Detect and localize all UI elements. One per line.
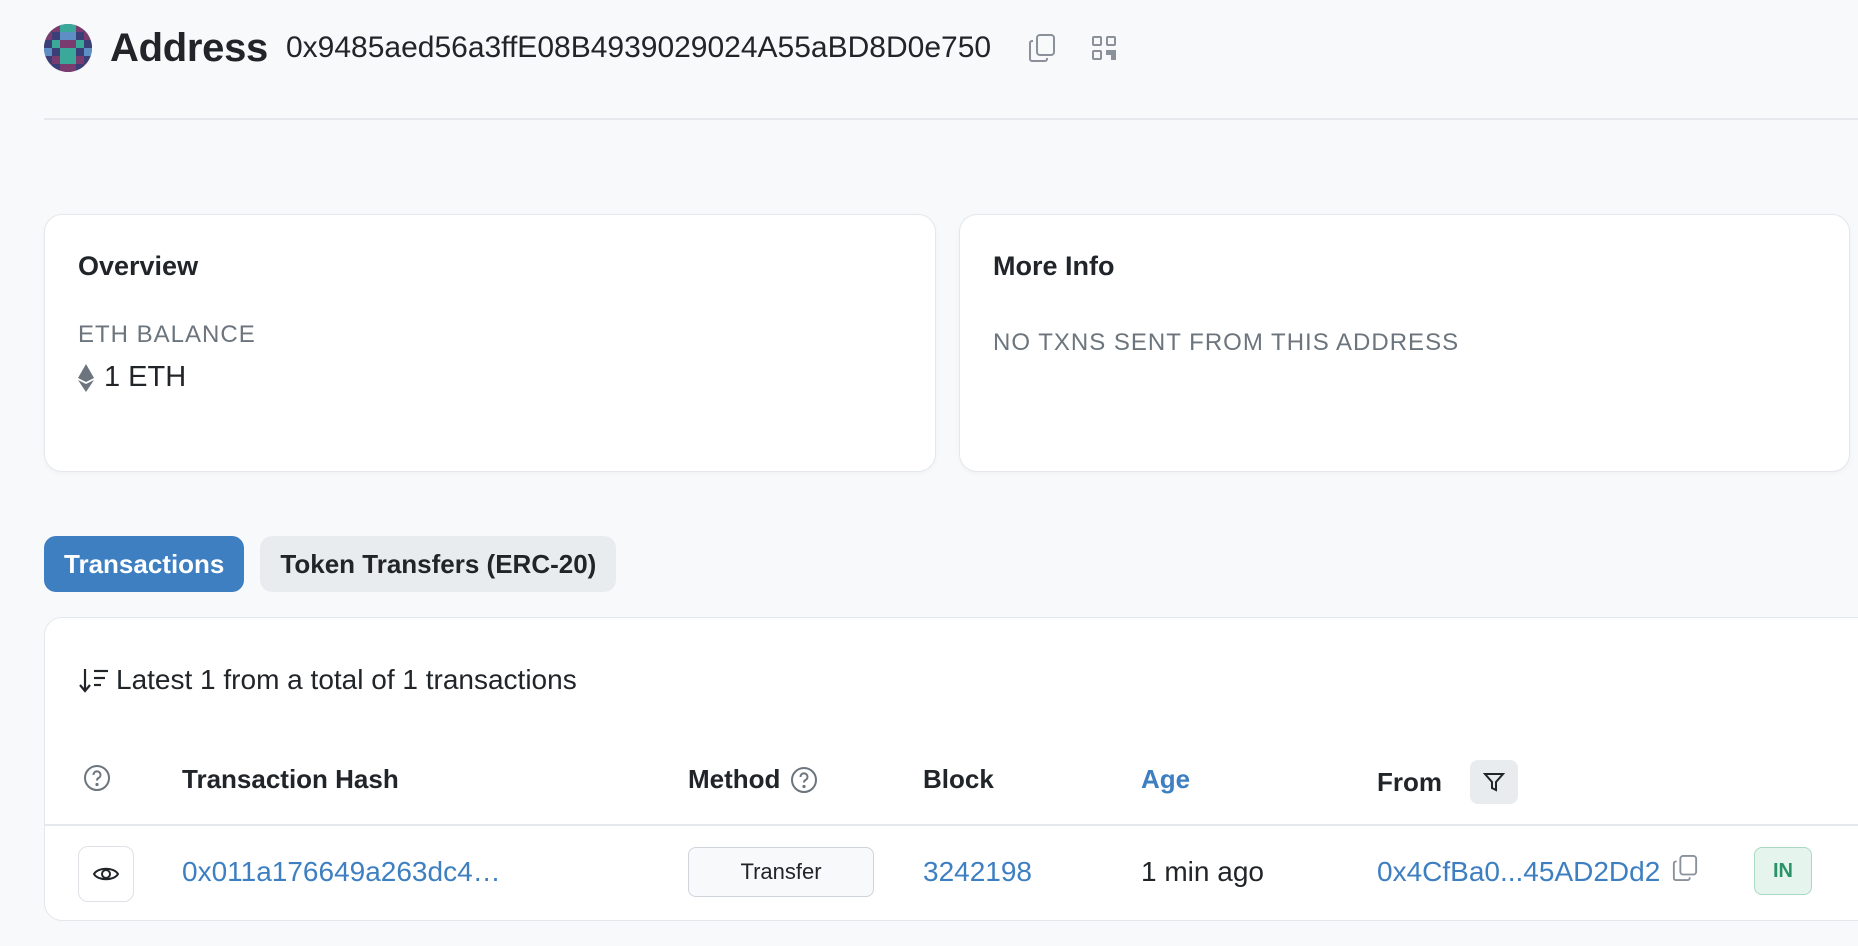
help-circle-icon[interactable] (83, 764, 111, 792)
col-age-label[interactable]: Age (1141, 764, 1190, 795)
copy-icon[interactable] (1027, 33, 1057, 63)
sort-icon (79, 669, 108, 693)
header-divider (44, 118, 1858, 120)
block-link[interactable]: 3242198 (923, 856, 1032, 888)
overview-title: Overview (78, 251, 199, 281)
transaction-hash-link[interactable]: 0x011a176649a263dc4… (182, 856, 501, 888)
no-txns-status: NO TXNS SENT FROM THIS ADDRESS (993, 329, 1460, 356)
more-info-title: More Info (993, 251, 1115, 281)
col-method-label: Method (688, 764, 781, 794)
col-from: From (1377, 760, 1518, 804)
address-header: Address 0x9485aed56a3ffE08B4939029024A55… (44, 20, 1119, 76)
col-transaction-hash: Transaction Hash (182, 764, 399, 795)
tab-token-transfers[interactable]: Token Transfers (ERC-20) (260, 536, 617, 592)
transactions-summary: Latest 1 from a total of 1 transactions (78, 664, 577, 696)
eth-balance-amount: 1 ETH (104, 361, 187, 393)
col-hash-label: Transaction Hash (182, 764, 399, 794)
ethereum-icon (78, 363, 94, 392)
help-circle-icon[interactable] (790, 766, 818, 794)
view-details-button[interactable] (78, 846, 134, 902)
col-from-label: From (1377, 766, 1442, 797)
address-hash: 0x9485aed56a3ffE08B4939029024A55aBD8D0e7… (285, 31, 992, 64)
from-address-link[interactable]: 0x4CfBa0...45AD2Dd2 (1377, 856, 1660, 888)
direction-badge: IN (1754, 847, 1812, 895)
info-column-header (83, 764, 111, 792)
col-age[interactable]: Age (1141, 764, 1190, 795)
overview-card: Overview ETH BALANCE 1 ETH (44, 214, 936, 472)
tab-bar: Transactions Token Transfers (ERC-20) (44, 536, 617, 592)
method-badge: Transfer (688, 847, 874, 897)
eth-balance-value: 1 ETH (78, 361, 186, 394)
qr-code-icon[interactable] (1089, 33, 1119, 63)
more-info-card: More Info NO TXNS SENT FROM THIS ADDRESS (959, 214, 1850, 472)
page-title: Address (110, 25, 268, 70)
copy-icon[interactable] (1672, 854, 1698, 887)
eth-balance-label: ETH BALANCE (78, 321, 256, 348)
age-value: 1 min ago (1141, 856, 1264, 887)
header-row-divider (45, 824, 1858, 826)
col-block-label: Block (923, 764, 994, 794)
col-method: Method (688, 764, 818, 795)
filter-button[interactable] (1470, 760, 1518, 804)
avatar (44, 24, 92, 72)
eye-icon (92, 867, 120, 881)
col-block: Block (923, 764, 994, 795)
filter-icon (1483, 773, 1505, 792)
tab-transactions[interactable]: Transactions (44, 536, 245, 592)
transactions-table: Latest 1 from a total of 1 transactions … (44, 617, 1858, 921)
summary-text: Latest 1 from a total of 1 transactions (116, 664, 577, 695)
